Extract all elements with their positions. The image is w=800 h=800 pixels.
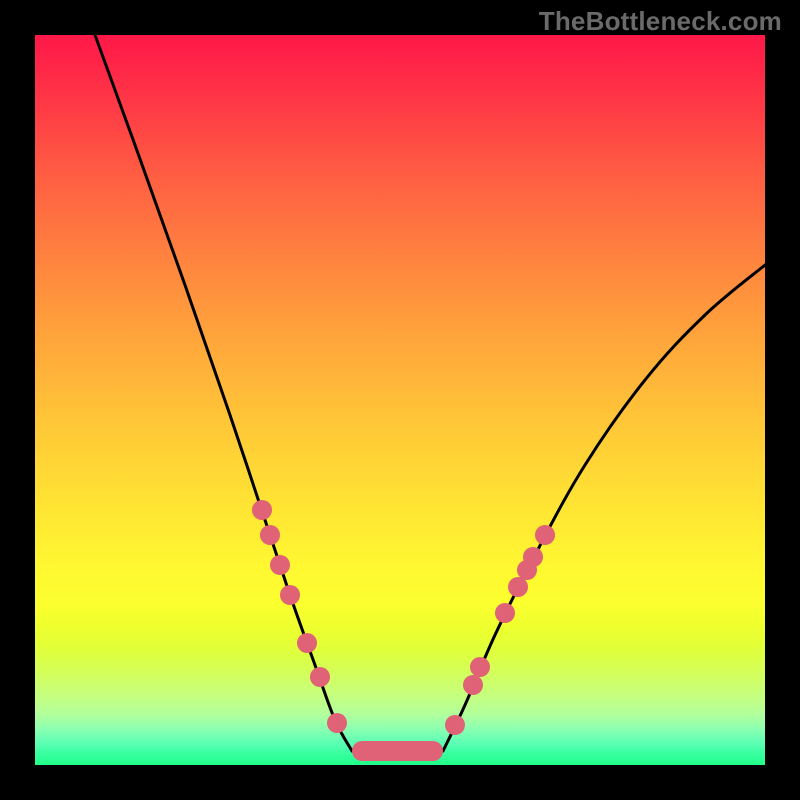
marker-right-3 <box>495 603 515 623</box>
marker-right-4 <box>508 577 528 597</box>
marker-right-7 <box>535 525 555 545</box>
marker-left-1 <box>260 525 280 545</box>
plot-area <box>35 35 765 765</box>
watermark-text: TheBottleneck.com <box>539 6 782 37</box>
marker-left-5 <box>310 667 330 687</box>
marker-left-6 <box>327 713 347 733</box>
marker-left-2 <box>270 555 290 575</box>
marker-right-0 <box>445 715 465 735</box>
marker-left-4 <box>297 633 317 653</box>
chart-root: TheBottleneck.com <box>0 0 800 800</box>
marker-right-6 <box>523 547 543 567</box>
marker-left-3 <box>280 585 300 605</box>
plateau-marker <box>352 741 443 761</box>
marker-left-0 <box>252 500 272 520</box>
marker-right-1 <box>463 675 483 695</box>
curve-right <box>443 265 765 751</box>
curve-layer <box>35 35 765 765</box>
marker-right-2 <box>470 657 490 677</box>
